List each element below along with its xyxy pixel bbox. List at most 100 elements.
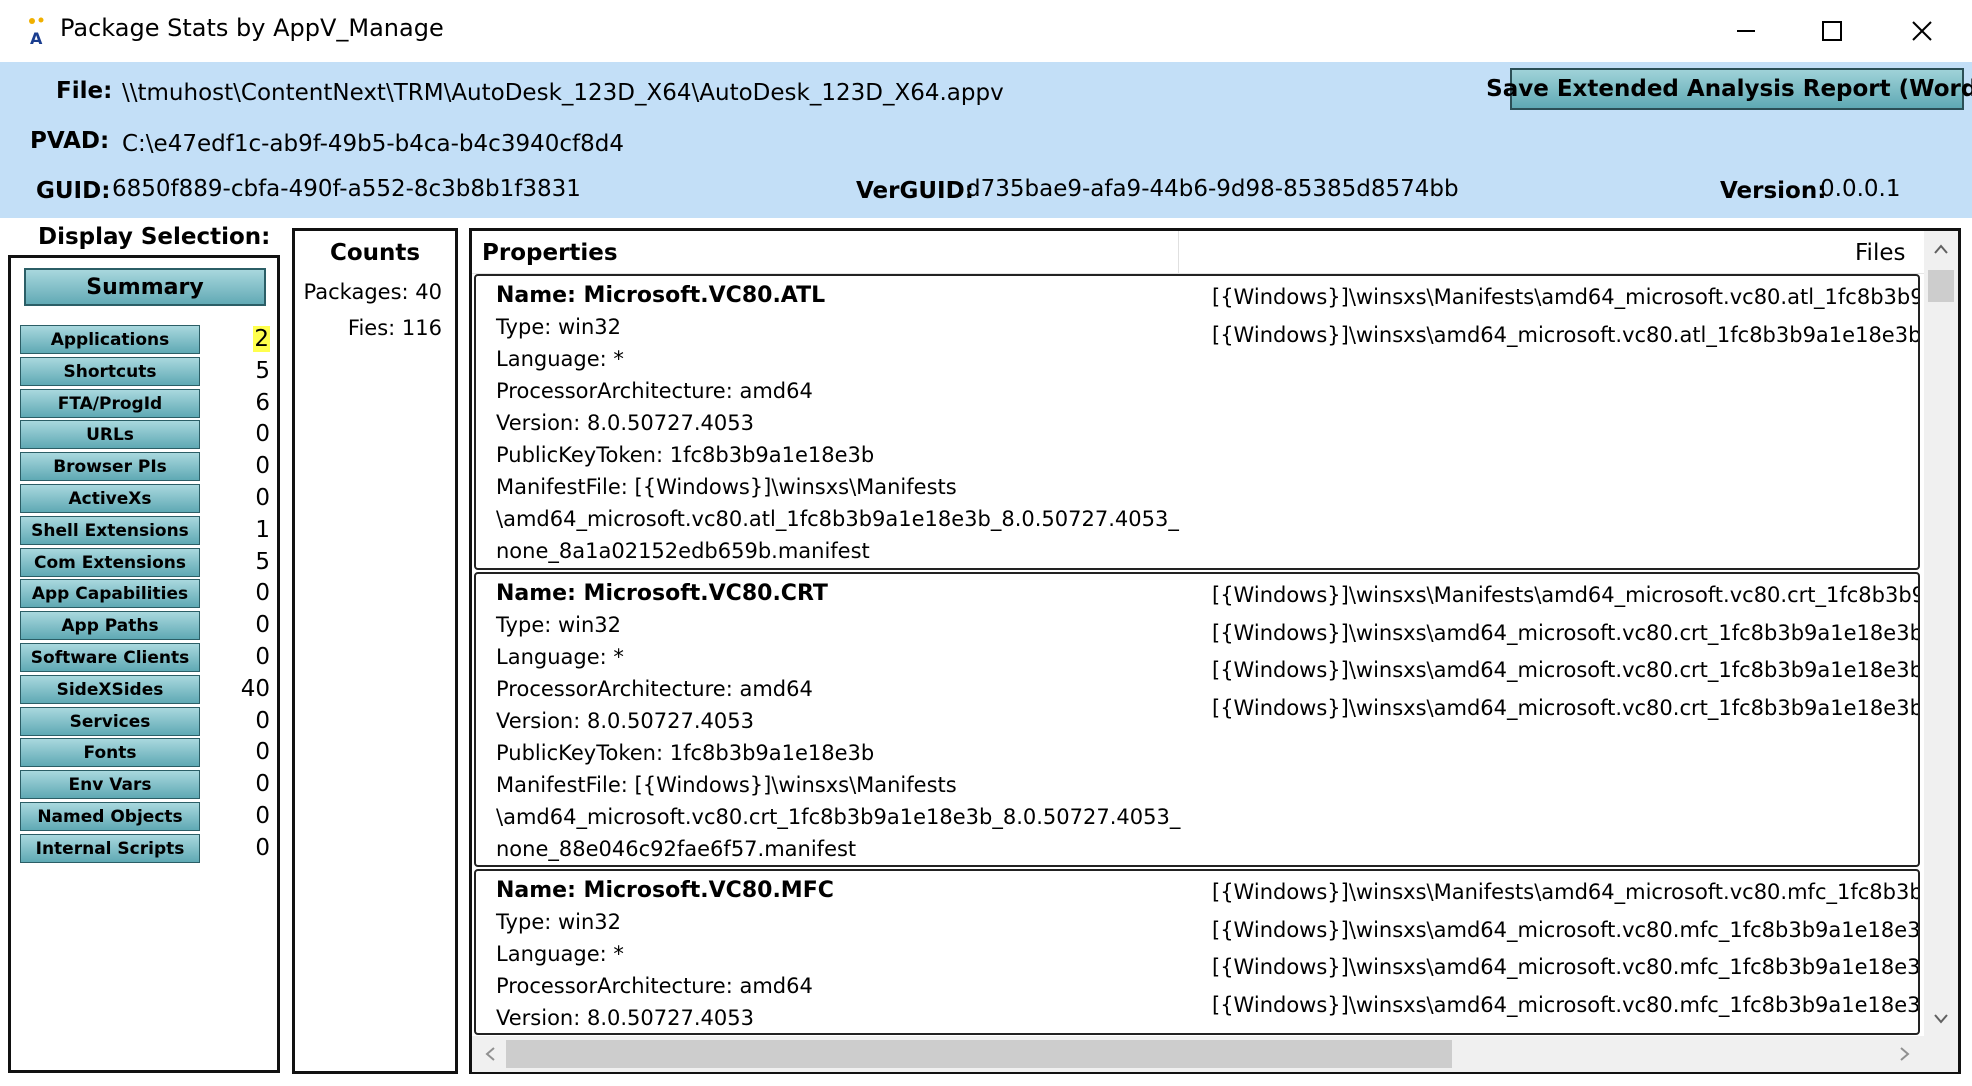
version-label: Version: [1720,178,1827,204]
properties-column-title[interactable]: Properties [482,240,618,266]
selection-count-urls: 0 [255,421,270,447]
selection-button-activexs[interactable]: ActiveXs [20,484,200,513]
selection-count-app-capabilities: 0 [255,580,270,606]
selection-count-software-clients: 0 [255,644,270,670]
selection-count-activexs: 0 [255,485,270,511]
assembly-name: Name: Microsoft.VC80.MFC [496,878,834,903]
assembly-entry[interactable]: Name: Microsoft.VC80.ATL Type: win32 Langu… [474,274,1920,570]
selection-button-internal-scripts[interactable]: Internal Scripts [20,834,200,863]
selection-button-app-paths[interactable]: App Paths [20,611,200,640]
selection-count-com-extensions: 5 [255,549,270,575]
chevron-left-icon [485,1047,495,1061]
vertical-scroll-thumb[interactable] [1928,270,1954,302]
selection-count-named-objects: 0 [255,803,270,829]
packages-count: Packages: 40 [303,280,442,304]
assembly-property: Type: win32 [496,315,622,339]
summary-button[interactable]: Summary [24,268,266,306]
properties-column-header [472,231,1924,274]
assembly-property: PublicKeyToken: 1fc8b3b9a1e18e3b [496,741,875,765]
selection-button-software-clients[interactable]: Software Clients [20,643,200,672]
counts-title: Counts [329,240,421,266]
assembly-file-path: [{Windows}]\winsxs\Manifests\amd64_micro… [1212,583,1920,607]
assembly-file-path: [{Windows}]\winsxs\amd64_microsoft.vc80.… [1212,621,1920,645]
selection-button-shortcuts[interactable]: Shortcuts [20,357,200,386]
assembly-entry[interactable]: Name: Microsoft.VC80.MFC Type: win32 Langu… [474,869,1920,1035]
chevron-down-icon [1934,1014,1948,1024]
assembly-property: Language: * [496,942,624,966]
close-button[interactable] [1876,0,1968,62]
pvad-label: PVAD: [30,128,110,154]
verguid-label: VerGUID: [856,178,974,204]
selection-count-internal-scripts: 0 [255,835,270,861]
selection-button-fonts[interactable]: Fonts [20,738,200,767]
files-column-title[interactable]: Files [1855,240,1905,266]
assembly-file-path: [{Windows}]\winsxs\Manifests\amd64_micro… [1212,880,1920,904]
assembly-property: Type: win32 [496,613,622,637]
selection-button-sidexsides[interactable]: SideXSides [20,675,200,704]
selection-button-services[interactable]: Services [20,707,200,736]
maximize-button[interactable] [1786,0,1878,62]
selection-count-shell-extensions: 1 [255,517,270,543]
selection-count-browser-pis: 0 [255,453,270,479]
selection-count-app-paths: 0 [255,612,270,638]
version-value: 0.0.0.1 [1820,176,1901,202]
assembly-property: ProcessorArchitecture: amd64 [496,974,813,998]
assembly-property: ProcessorArchitecture: amd64 [496,677,813,701]
files-count: Fies: 116 [347,316,442,340]
selection-button-applications[interactable]: Applications [20,325,200,354]
highlighted-count: 2 [253,326,270,352]
assembly-entry[interactable]: Name: Microsoft.VC80.CRT Type: win32 Langu… [474,572,1920,867]
file-label: File: [56,78,113,104]
assembly-file-path: [{Windows}]\winsxs\amd64_microsoft.vc80.… [1212,918,1920,942]
scroll-left-button[interactable] [476,1036,504,1072]
selection-button-com-extensions[interactable]: Com Extensions [20,548,200,577]
pvad-value: C:\e47edf1c-ab9f-49b5-b4ca-b4c3940cf8d4 [122,131,624,157]
horizontal-scroll-thumb[interactable] [506,1040,1452,1068]
selection-button-browser-pis[interactable]: Browser PIs [20,452,200,481]
column-divider[interactable] [1178,231,1179,273]
assembly-file-path: [{Windows}]\winsxs\amd64_microsoft.vc80.… [1212,323,1920,347]
assembly-name: Name: Microsoft.VC80.CRT [496,581,828,606]
minimize-icon [1737,30,1755,32]
vertical-scrollbar[interactable] [1924,231,1958,1037]
selection-count-shortcuts: 5 [255,358,270,384]
close-icon [1912,21,1932,41]
assembly-property: PublicKeyToken: 1fc8b3b9a1e18e3b [496,443,875,467]
display-selection-title: Display Selection: [38,224,271,250]
selection-button-app-capabilities[interactable]: App Capabilities [20,579,200,608]
assembly-file-path: [{Windows}]\winsxs\amd64_microsoft.vc80.… [1212,955,1920,979]
assembly-property: \amd64_microsoft.vc80.atl_1fc8b3b9a1e18e… [496,507,1179,531]
save-report-button[interactable]: Save Extended Analysis Report (Word) [1486,68,1972,110]
assembly-property: \amd64_microsoft.vc80.crt_1fc8b3b9a1e18e… [496,805,1181,829]
assembly-file-path: [{Windows}]\winsxs\Manifests\amd64_micro… [1212,285,1920,309]
file-value: \\tmuhost\ContentNext\TRM\AutoDesk_123D_… [122,80,1004,106]
assembly-property: Type: win32 [496,910,622,934]
counts-panel [292,228,458,1074]
selection-count-sidexsides: 40 [240,676,270,702]
selection-button-env-vars[interactable]: Env Vars [20,770,200,799]
assembly-property: none_8a1a02152edb659b.manifest [496,539,870,563]
selection-count-fta-progid: 6 [255,390,270,416]
assembly-property: ProcessorArchitecture: amd64 [496,379,813,403]
assembly-property: Version: 8.0.50727.4053 [496,411,754,435]
scroll-up-button[interactable] [1924,234,1958,264]
selection-count-env-vars: 0 [255,771,270,797]
selection-button-fta-progid[interactable]: FTA/ProgId [20,389,200,418]
verguid-value: d735bae9-afa9-44b6-9d98-85385d8574bb [966,176,1459,202]
selection-count-services: 0 [255,708,270,734]
assembly-property: Language: * [496,645,624,669]
selection-button-named-objects[interactable]: Named Objects [20,802,200,831]
scroll-right-button[interactable] [1890,1036,1920,1072]
selection-count-fonts: 0 [255,739,270,765]
assembly-file-path: [{Windows}]\winsxs\amd64_microsoft.vc80.… [1212,696,1920,720]
minimize-button[interactable] [1700,0,1792,62]
selection-button-shell-extensions[interactable]: Shell Extensions [20,516,200,545]
window-title: Package Stats by AppV_Manage [60,14,444,42]
maximize-icon [1822,21,1842,41]
assembly-file-path: [{Windows}]\winsxs\amd64_microsoft.vc80.… [1212,993,1920,1017]
guid-value: 6850f889-cbfa-490f-a552-8c3b8b1f3831 [112,176,581,202]
scrollbar-corner [1924,1036,1958,1072]
assembly-file-path: [{Windows}]\winsxs\amd64_microsoft.vc80.… [1212,658,1920,682]
selection-button-urls[interactable]: URLs [20,420,200,449]
scroll-down-button[interactable] [1924,1004,1958,1034]
